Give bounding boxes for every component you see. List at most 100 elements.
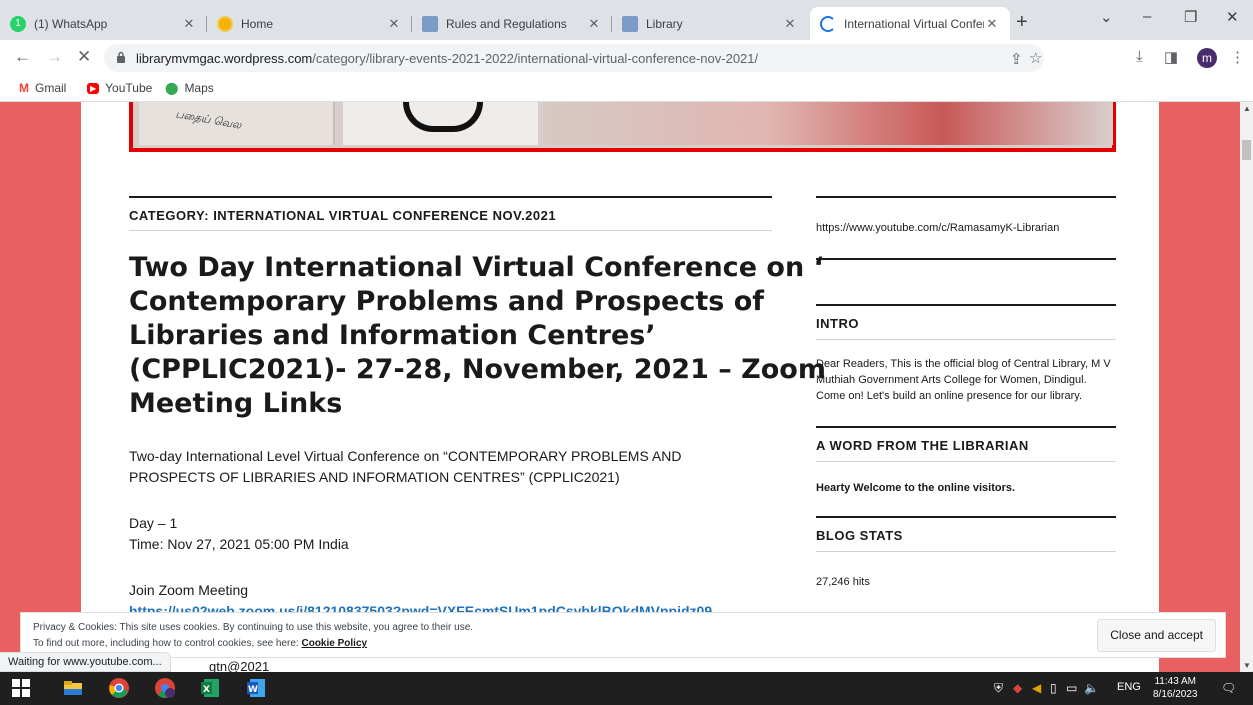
whatsapp-icon: 1 [10, 15, 26, 32]
close-tab-icon[interactable]: ✕ [586, 16, 602, 32]
close-and-accept-button[interactable]: Close and accept [1097, 619, 1216, 652]
emblem-shape [403, 102, 483, 132]
join-zoom-label: Join Zoom Meeting [129, 582, 249, 598]
librarian-text: Hearty Welcome to the online visitors. [816, 482, 1016, 494]
cookie-policy-link[interactable]: Cookie Policy [301, 638, 367, 649]
cookie-policy-prefix: To find out more, including how to contr… [33, 638, 302, 649]
post-title-line: (CPPLIC2021)- 27-28, November, 2021 – Zo… [129, 354, 826, 385]
site-icon [622, 15, 638, 32]
tab-search-icon[interactable]: ⌄ [1100, 8, 1113, 26]
word-icon[interactable]: W [245, 677, 267, 699]
page-viewport: பதைய் வெல CATEGORY: INTERNATIONAL VIRTUA… [0, 102, 1240, 672]
stop-loading-icon[interactable]: ✕ [77, 47, 91, 67]
clock-time: 11:43 AM [1154, 676, 1196, 687]
battery-icon[interactable]: ▯ [1050, 681, 1057, 695]
banner-photo [543, 102, 1113, 145]
address-bar[interactable]: librarymvmgac.wordpress.com/category/lib… [104, 44, 1044, 72]
close-tab-icon[interactable]: ✕ [181, 16, 197, 32]
svg-text:W: W [248, 685, 258, 695]
main-content: CATEGORY: INTERNATIONAL VIRTUAL CONFEREN… [129, 196, 826, 622]
excel-icon[interactable]: X [199, 677, 221, 699]
side-panel-icon[interactable]: ◨ [1164, 48, 1178, 66]
show-hidden-icons-icon[interactable]: ◀ [1032, 681, 1041, 695]
scroll-down-arrow-icon[interactable]: ▼ [1243, 661, 1251, 670]
header-banner-image: பதைய் வெல [129, 102, 1116, 152]
scrollbar-thumb[interactable] [1242, 140, 1251, 160]
url-path: /category/library-events-2021-2022/inter… [312, 51, 759, 66]
download-icon[interactable]: ⤓ [1136, 48, 1143, 65]
page-content: பதைய் வெல CATEGORY: INTERNATIONAL VIRTUA… [81, 102, 1159, 672]
tab-home[interactable]: Home ✕ [207, 7, 412, 40]
security-shield-icon[interactable]: ⛨ [994, 681, 1003, 696]
restore-icon[interactable]: ❐ [1184, 8, 1197, 26]
site-icon [422, 15, 438, 32]
post-title-line: Libraries and Information Centres’ [129, 320, 656, 351]
maps-icon: ⬤ [165, 81, 179, 95]
close-tab-icon[interactable]: ✕ [984, 16, 1000, 32]
browser-status-bubble: Waiting for www.youtube.com... [0, 652, 171, 672]
tab-library[interactable]: Library ✕ [612, 7, 808, 40]
tab-international-virtual-conference[interactable]: International Virtual Confere ✕ [810, 7, 1010, 40]
post-title-line: Two Day International Virtual Conference… [129, 252, 824, 283]
forward-icon[interactable]: → [46, 47, 63, 67]
chrome-profile-icon[interactable] [154, 677, 176, 699]
bookmark-label: Maps [184, 81, 214, 95]
tab-whatsapp[interactable]: 1 (1) WhatsApp ✕ [0, 7, 207, 40]
intro-text: Dear Readers, This is the official blog … [816, 358, 1111, 402]
widget-rule [816, 258, 1116, 260]
widget-title-blog-stats: BLOG STATS [816, 518, 1116, 552]
post-title-line: Meeting Links [129, 388, 343, 419]
bookmark-maps[interactable]: ⬤ Maps [165, 81, 214, 95]
new-tab-icon[interactable]: + [1016, 11, 1028, 34]
chrome-icon[interactable] [108, 677, 130, 699]
url-host: librarymvmgac.wordpress.com [136, 51, 313, 66]
browser-toolbar: ← → ✕ librarymvmgac.wordpress.com/catego… [0, 40, 1253, 76]
tab-rules-and-regulations[interactable]: Rules and Regulations ✕ [412, 7, 612, 40]
youtube-icon: ▶ [87, 82, 100, 94]
svg-text:X: X [203, 685, 210, 695]
close-tab-icon[interactable]: ✕ [782, 16, 798, 32]
bookmark-label: Gmail [35, 81, 67, 95]
system-clock[interactable]: 11:43 AM 8/16/2023 [1153, 675, 1198, 701]
intro-line: Two-day International Level Virtual Conf… [129, 448, 682, 464]
file-explorer-icon[interactable] [62, 677, 84, 699]
bookmark-star-icon[interactable]: ☆ [1029, 49, 1042, 67]
post-intro: Two-day International Level Virtual Conf… [129, 446, 772, 488]
post-title-line: Contemporary Problems and Prospects of [129, 286, 765, 317]
tab-title: Home [241, 16, 274, 31]
volume-icon[interactable]: 🔈 [1084, 681, 1099, 695]
category-heading: CATEGORY: INTERNATIONAL VIRTUAL CONFEREN… [129, 198, 772, 231]
language-indicator[interactable]: ENG [1117, 681, 1141, 693]
bookmark-youtube[interactable]: ▶ YouTube [87, 81, 152, 95]
network-icon[interactable]: ▭ [1066, 681, 1077, 695]
sidebar: https://www.youtube.com/c/RamasamyK-Libr… [816, 196, 1116, 590]
share-icon[interactable]: ⇪ [1010, 50, 1023, 68]
minimize-icon[interactable]: – [1143, 8, 1151, 25]
windows-taskbar: X W ⛨ ◆ ◀ ▯ ▭ 🔈 ENG 11:43 AM 8/16/2023 🗨 [0, 672, 1253, 705]
lock-icon [117, 51, 125, 63]
widget-title-librarian: A WORD FROM THE LIBRARIAN [816, 428, 1116, 462]
url-text: librarymvmgac.wordpress.com/category/lib… [136, 51, 758, 66]
windows-start-icon[interactable] [12, 679, 30, 697]
cookie-notice-text: Privacy & Cookies: This site uses cookie… [33, 622, 474, 633]
cookie-policy-line: To find out more, including how to contr… [33, 638, 367, 649]
close-window-icon[interactable]: ✕ [1226, 8, 1239, 26]
app-tray-icon[interactable]: ◆ [1013, 681, 1022, 695]
back-icon[interactable]: ← [14, 47, 31, 67]
youtube-channel-link[interactable]: https://www.youtube.com/c/RamasamyK-Libr… [816, 222, 1116, 234]
loading-icon [820, 15, 836, 32]
scroll-up-arrow-icon[interactable]: ▲ [1243, 104, 1251, 113]
page-scrollbar[interactable]: ▲ ▼ [1240, 102, 1253, 672]
college-seal-image: பதைய் வெல [139, 102, 335, 145]
bookmark-gmail[interactable]: M Gmail [19, 81, 66, 95]
menu-dots-icon[interactable]: ⋮ [1230, 48, 1245, 66]
notifications-icon[interactable]: 🗨 [1221, 681, 1236, 695]
cookie-banner: Privacy & Cookies: This site uses cookie… [20, 612, 1226, 658]
post-title[interactable]: Two Day International Virtual Conference… [129, 251, 826, 421]
blog-stats-hits: 27,246 hits [816, 576, 870, 588]
tab-title: (1) WhatsApp [34, 16, 108, 31]
gmail-icon: M [19, 81, 29, 95]
close-tab-icon[interactable]: ✕ [386, 16, 402, 32]
profile-avatar[interactable]: m [1197, 48, 1217, 68]
tab-title: Library [646, 16, 683, 31]
